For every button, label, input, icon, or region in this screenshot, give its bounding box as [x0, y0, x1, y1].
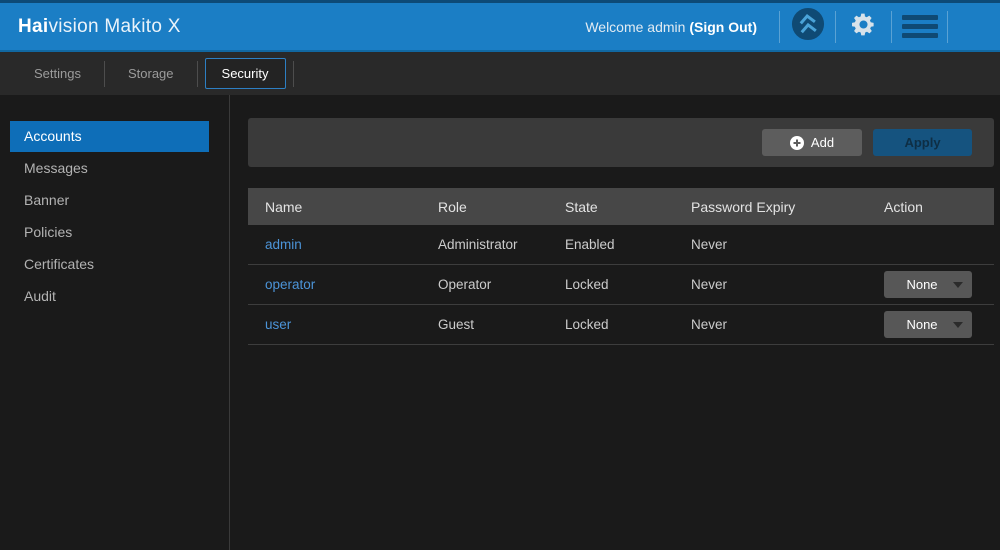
column-header-password-expiry: Password Expiry [691, 199, 884, 215]
account-password-expiry: Never [691, 317, 884, 332]
column-header-action: Action [884, 199, 994, 215]
tab-security[interactable]: Security [205, 58, 286, 89]
apply-button[interactable]: Apply [873, 129, 972, 156]
sidebar-item-accounts[interactable]: Accounts [10, 121, 209, 152]
menu-button[interactable] [892, 3, 947, 50]
hamburger-menu-icon [902, 15, 938, 38]
header-end-pad [948, 3, 1000, 50]
accounts-table-header: Name Role State Password Expiry Action [248, 188, 994, 225]
welcome-label: Welcome admin [585, 19, 689, 35]
plus-circle-icon [790, 136, 804, 150]
account-action-cell: None [884, 311, 994, 338]
brand-bold: Hai [18, 16, 48, 37]
tab-settings[interactable]: Settings [18, 59, 97, 88]
table-row-operator: operator Operator Locked Never None [248, 265, 994, 305]
account-name-link[interactable]: admin [265, 237, 302, 252]
account-role: Administrator [438, 237, 565, 252]
column-header-state: State [565, 199, 691, 215]
account-password-expiry: Never [691, 237, 884, 252]
action-dropdown[interactable]: None [884, 311, 972, 338]
account-state: Enabled [565, 237, 691, 252]
sidebar-item-certificates[interactable]: Certificates [10, 249, 209, 280]
sidebar-item-messages[interactable]: Messages [10, 153, 209, 184]
chevron-down-icon [953, 322, 963, 328]
security-sidebar: Accounts Messages Banner Policies Certif… [0, 95, 230, 550]
action-dropdown[interactable]: None [884, 271, 972, 298]
account-name-link[interactable]: operator [265, 277, 315, 292]
table-row-user: user Guest Locked Never None [248, 305, 994, 345]
sign-out-link[interactable]: (Sign Out) [689, 19, 757, 35]
status-stream-button[interactable] [780, 3, 835, 50]
account-state: Locked [565, 317, 691, 332]
account-state: Locked [565, 277, 691, 292]
tab-separator [104, 61, 105, 87]
tab-storage[interactable]: Storage [112, 59, 190, 88]
tab-separator [197, 61, 198, 87]
table-row-admin: admin Administrator Enabled Never [248, 225, 994, 265]
settings-gear-button[interactable] [836, 3, 891, 50]
sidebar-item-policies[interactable]: Policies [10, 217, 209, 248]
header-right: Welcome admin (Sign Out) [585, 3, 1000, 50]
sidebar-item-banner[interactable]: Banner [10, 185, 209, 216]
accounts-toolbar: Add Apply [248, 118, 994, 167]
chevron-down-icon [953, 282, 963, 288]
content-area: Accounts Messages Banner Policies Certif… [0, 95, 1000, 550]
account-role: Operator [438, 277, 565, 292]
add-account-button[interactable]: Add [762, 129, 862, 156]
account-action-cell: None [884, 271, 994, 298]
account-role: Guest [438, 317, 565, 332]
sidebar-item-audit[interactable]: Audit [10, 281, 209, 312]
column-header-role: Role [438, 199, 565, 215]
brand-rest: vision Makito X [48, 16, 180, 37]
app-header: Haivision Makito X Welcome admin (Sign O… [0, 0, 1000, 52]
welcome-text: Welcome admin (Sign Out) [585, 19, 757, 35]
gear-icon [850, 11, 877, 43]
status-chevrons-icon [791, 7, 825, 46]
main-tabbar: Settings Storage Security [0, 52, 1000, 95]
account-name-link[interactable]: user [265, 317, 291, 332]
account-password-expiry: Never [691, 277, 884, 292]
brand-logo: Haivision Makito X [18, 16, 181, 38]
add-button-label: Add [811, 135, 834, 150]
tab-separator [293, 61, 294, 87]
column-header-name: Name [265, 199, 438, 215]
accounts-panel: Add Apply Name Role State Password Expir… [248, 95, 994, 550]
